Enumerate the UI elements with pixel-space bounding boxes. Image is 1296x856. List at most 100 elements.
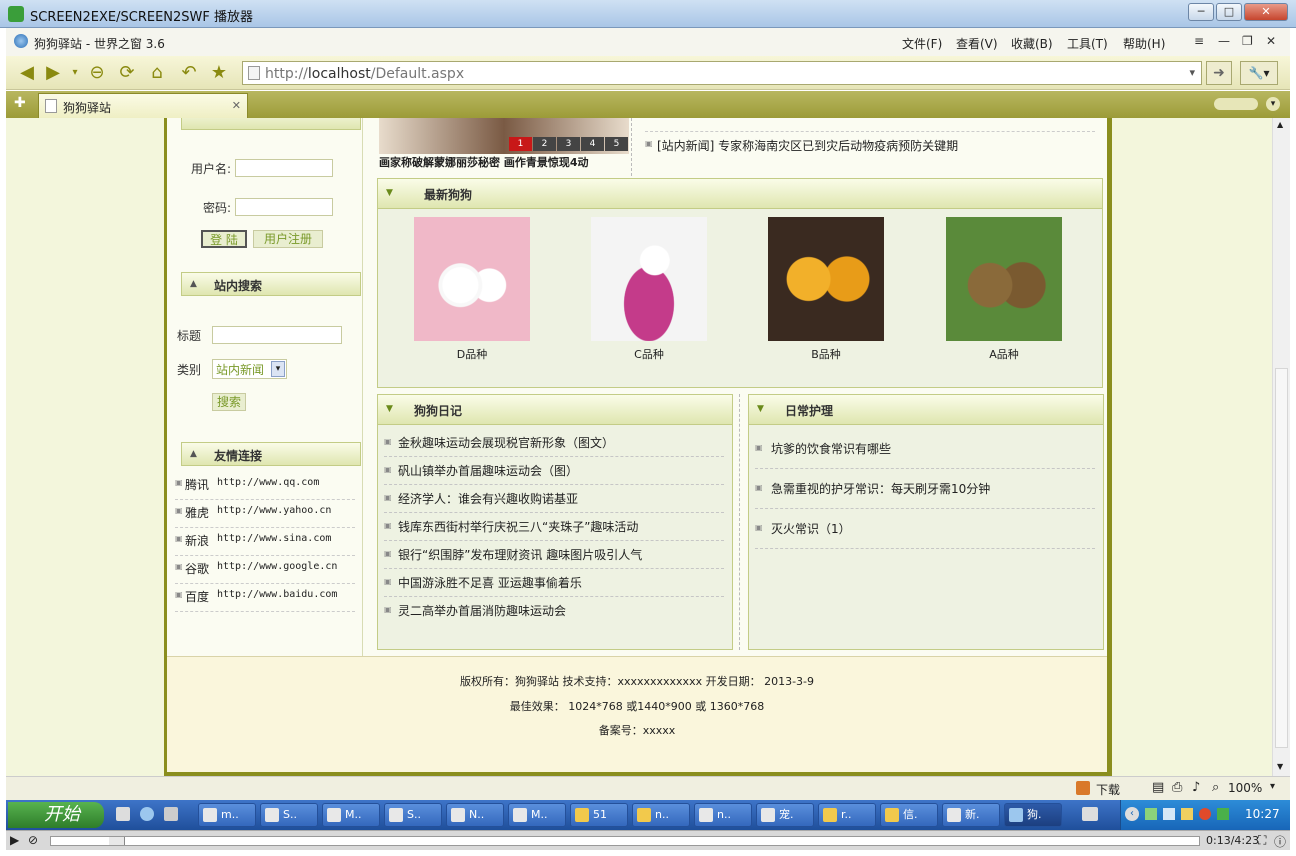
playback-track[interactable] (50, 836, 1200, 846)
menu-tools[interactable]: 工具(T) (1067, 35, 1108, 52)
refresh-icon[interactable]: ⟳ (116, 62, 138, 84)
info-icon[interactable]: ⓘ (1274, 833, 1286, 850)
tray-icon[interactable] (1181, 808, 1193, 820)
stop-icon[interactable]: ⊖ (86, 62, 108, 84)
care-item[interactable]: ▣ 坑爹的饮食常识有哪些 (755, 429, 1095, 469)
reader-icon[interactable] (1076, 781, 1090, 795)
friend-link[interactable]: ▣ 腾讯 http://www.qq.com (175, 472, 355, 500)
slide-page-5[interactable]: 5 (605, 137, 628, 151)
tab-close-icon[interactable]: ✕ (232, 99, 241, 112)
undo-close-icon[interactable]: ↶ (178, 62, 200, 84)
close-button[interactable]: ✕ (1244, 3, 1288, 21)
address-bar[interactable]: http://localhost/Default.aspx ▾ (242, 61, 1202, 85)
slide-page-3[interactable]: 3 (557, 137, 580, 151)
print-icon[interactable]: ⎙ (1172, 780, 1182, 795)
menu-options-icon[interactable]: ≡ (1194, 34, 1204, 48)
taskbar-button[interactable]: n.. (694, 803, 752, 827)
volume-icon[interactable]: ♪ (1192, 780, 1200, 795)
maximize-button[interactable]: □ (1216, 3, 1242, 21)
menu-view[interactable]: 查看(V) (956, 35, 998, 52)
taskbar-button[interactable]: N.. (446, 803, 504, 827)
friend-link[interactable]: ▣ 谷歌 http://www.google.cn (175, 556, 355, 584)
tray-icon[interactable] (1145, 808, 1157, 820)
browser-restore-icon[interactable]: ❐ (1242, 34, 1253, 48)
tools-menu-button[interactable]: 🔧▾ (1240, 61, 1278, 85)
diary-item[interactable]: ▣ 金秋趣味运动会展现税官新形象（图文） (384, 429, 724, 457)
care-item[interactable]: ▣ 灭火常识（1） (755, 509, 1095, 549)
scroll-up-icon[interactable]: ▲ (1277, 120, 1283, 129)
care-item[interactable]: ▣ 急需重视的护牙常识：每天刷牙需10分钟 (755, 469, 1095, 509)
favorites-star-icon[interactable]: ★ (208, 62, 230, 84)
start-button[interactable]: 开始 (8, 802, 104, 828)
taskbar-button[interactable]: m.. (198, 803, 256, 827)
taskbar-button[interactable]: S.. (384, 803, 442, 827)
download-label[interactable]: 下载 (1096, 781, 1120, 798)
dog-photo[interactable] (591, 217, 707, 341)
qq-icon[interactable] (1199, 808, 1211, 820)
search-button[interactable]: 搜索 (212, 393, 246, 411)
diary-item[interactable]: ▣ 灵二高举办首届消防趣味运动会 (384, 597, 724, 625)
quicklaunch-icon[interactable] (164, 807, 178, 821)
diary-item[interactable]: ▣ 经济学人：谁会有兴趣收购诺基亚 (384, 485, 724, 513)
register-button[interactable]: 用户注册 (253, 230, 323, 248)
zoom-dropdown-icon[interactable]: ▾ (1270, 781, 1275, 792)
taskbar-button[interactable]: 宠. (756, 803, 814, 827)
dog-caption[interactable]: B品种 (768, 346, 884, 362)
tab-list-chevron-icon[interactable]: ▾ (1266, 97, 1280, 111)
browser-minimize-icon[interactable]: — (1218, 34, 1230, 48)
quicklaunch-icon[interactable] (116, 807, 130, 821)
slide-page-4[interactable]: 4 (581, 137, 604, 151)
minimize-button[interactable]: ─ (1188, 3, 1214, 21)
dog-photo[interactable] (414, 217, 530, 341)
taskbar-button[interactable]: M.. (508, 803, 566, 827)
category-select[interactable]: 站内新闻 ▾ (212, 359, 287, 379)
menu-help[interactable]: 帮助(H) (1123, 35, 1165, 52)
taskbar-button[interactable]: S.. (260, 803, 318, 827)
tab-slider[interactable] (1214, 98, 1258, 110)
keyboard-icon[interactable] (1082, 807, 1098, 821)
taskbar-button[interactable]: M.. (322, 803, 380, 827)
friend-link[interactable]: ▣ 百度 http://www.baidu.com (175, 584, 355, 612)
dog-photo[interactable] (768, 217, 884, 341)
tray-chevron-icon[interactable]: ‹ (1125, 807, 1139, 821)
username-input[interactable] (235, 159, 333, 177)
news-item[interactable]: [站内新闻] 专家称海南灾区已到灾后动物疫病预防关键期 (657, 137, 958, 154)
scroll-down-icon[interactable]: ▼ (1277, 762, 1283, 771)
stop-icon[interactable]: ⊘ (28, 833, 38, 847)
login-button[interactable]: 登 陆 (201, 230, 247, 248)
dog-caption[interactable]: D品种 (414, 346, 530, 362)
friend-link[interactable]: ▣ 新浪 http://www.sina.com (175, 528, 355, 556)
clock[interactable]: 10:27 (1245, 807, 1280, 821)
forward-arrow-icon[interactable]: ▶ (42, 62, 64, 84)
address-dropdown-icon[interactable]: ▾ (1189, 66, 1195, 79)
dog-photo[interactable] (946, 217, 1062, 341)
diary-item[interactable]: ▣ 钱库东西街村举行庆祝三八“夹珠子”趣味活动 (384, 513, 724, 541)
dog-caption[interactable]: A品种 (946, 346, 1062, 362)
history-dropdown-icon[interactable]: ▾ (64, 62, 86, 84)
slideshow-caption[interactable]: 画家称破解蒙娜丽莎秘密 画作青景惊现4动 (379, 154, 629, 170)
quicklaunch-browser-icon[interactable] (140, 807, 154, 821)
tray-icon[interactable] (1163, 808, 1175, 820)
menu-favorites[interactable]: 收藏(B) (1011, 35, 1053, 52)
scrollbar-thumb[interactable] (1275, 368, 1288, 748)
vertical-scrollbar[interactable]: ▲ ▼ (1272, 118, 1290, 776)
taskbar-button[interactable]: 51 (570, 803, 628, 827)
home-icon[interactable]: ⌂ (146, 62, 168, 84)
taskbar-button-active[interactable]: 狗. (1004, 803, 1062, 827)
title-search-input[interactable] (212, 326, 342, 344)
taskbar-button[interactable]: r.. (818, 803, 876, 827)
slide-page-1[interactable]: 1 (509, 137, 532, 151)
slide-page-2[interactable]: 2 (533, 137, 556, 151)
zoom-icon[interactable]: ⌕ (1212, 780, 1219, 795)
browser-close-icon[interactable]: ✕ (1266, 34, 1276, 48)
tab-dog-station[interactable]: 狗狗驿站 ✕ (38, 93, 248, 118)
friend-link[interactable]: ▣ 雅虎 http://www.yahoo.cn (175, 500, 355, 528)
playback-thumb[interactable] (109, 837, 125, 845)
play-icon[interactable]: ▶ (10, 833, 19, 847)
clipboard-icon[interactable]: ▤ (1152, 780, 1164, 795)
go-button[interactable]: ➜ (1206, 61, 1232, 85)
password-input[interactable] (235, 198, 333, 216)
security-icon[interactable] (1217, 808, 1229, 820)
taskbar-button[interactable]: 信. (880, 803, 938, 827)
new-tab-button[interactable]: ✚ (14, 95, 26, 111)
